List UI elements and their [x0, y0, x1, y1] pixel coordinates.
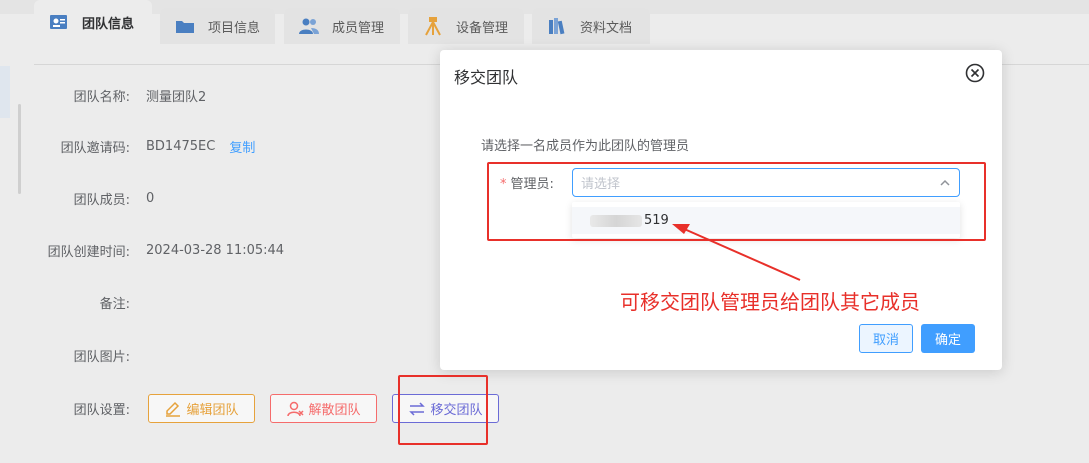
left-nav [0, 14, 22, 463]
dissolve-team-button[interactable]: 解散团队 [270, 394, 377, 423]
tab-label: 成员管理 [332, 20, 385, 36]
dialog-hint: 请选择一名成员作为此团队的管理员 [481, 139, 690, 154]
pencil-icon [166, 401, 181, 417]
dissolve-team-label: 解散团队 [308, 403, 361, 418]
members-value: 0 [146, 190, 155, 206]
books-icon [549, 18, 565, 35]
tab-documents[interactable]: 资料文档 [532, 8, 650, 44]
folder-icon [176, 21, 194, 33]
cancel-button[interactable]: 取消 [859, 324, 913, 353]
left-nav-scrollbar[interactable] [18, 104, 21, 194]
tab-members[interactable]: 成员管理 [284, 8, 400, 44]
created-value: 2024-03-28 11:05:44 [146, 242, 285, 258]
confirm-button[interactable]: 确定 [921, 324, 975, 353]
team-name-value: 测量团队2 [146, 89, 207, 105]
image-label: 团队图片: [73, 349, 130, 365]
highlight-box-select [487, 162, 986, 241]
tripod-icon [425, 17, 441, 36]
edit-team-button[interactable]: 编辑团队 [148, 394, 255, 423]
tab-label: 项目信息 [208, 20, 261, 36]
highlight-box-transfer [398, 375, 488, 445]
members-icon [299, 18, 319, 34]
invite-code-value: BD1475EC [146, 138, 216, 154]
annotation-text: 可移交团队管理员给团队其它成员 [620, 290, 920, 314]
tab-label: 团队信息 [82, 16, 135, 32]
tab-devices[interactable]: 设备管理 [408, 8, 524, 44]
tab-team-info[interactable]: 团队信息 [34, 0, 152, 44]
invite-code-label: 团队邀请码: [60, 140, 130, 156]
user-remove-icon [287, 401, 305, 416]
team-name-label: 团队名称: [73, 89, 130, 105]
tab-label: 设备管理 [456, 20, 509, 36]
dialog-title: 移交团队 [454, 68, 519, 87]
tab-label: 资料文档 [580, 20, 633, 36]
team-info-icon [50, 15, 67, 29]
left-nav-selected[interactable] [0, 66, 10, 118]
members-label: 团队成员: [73, 192, 130, 208]
edit-team-label: 编辑团队 [186, 403, 239, 418]
created-label: 团队创建时间: [47, 244, 130, 260]
remark-label: 备注: [99, 296, 130, 312]
close-icon[interactable] [964, 62, 986, 84]
copy-link[interactable]: 复制 [229, 137, 255, 156]
settings-label: 团队设置: [73, 402, 130, 418]
tab-project-info[interactable]: 项目信息 [160, 8, 275, 44]
